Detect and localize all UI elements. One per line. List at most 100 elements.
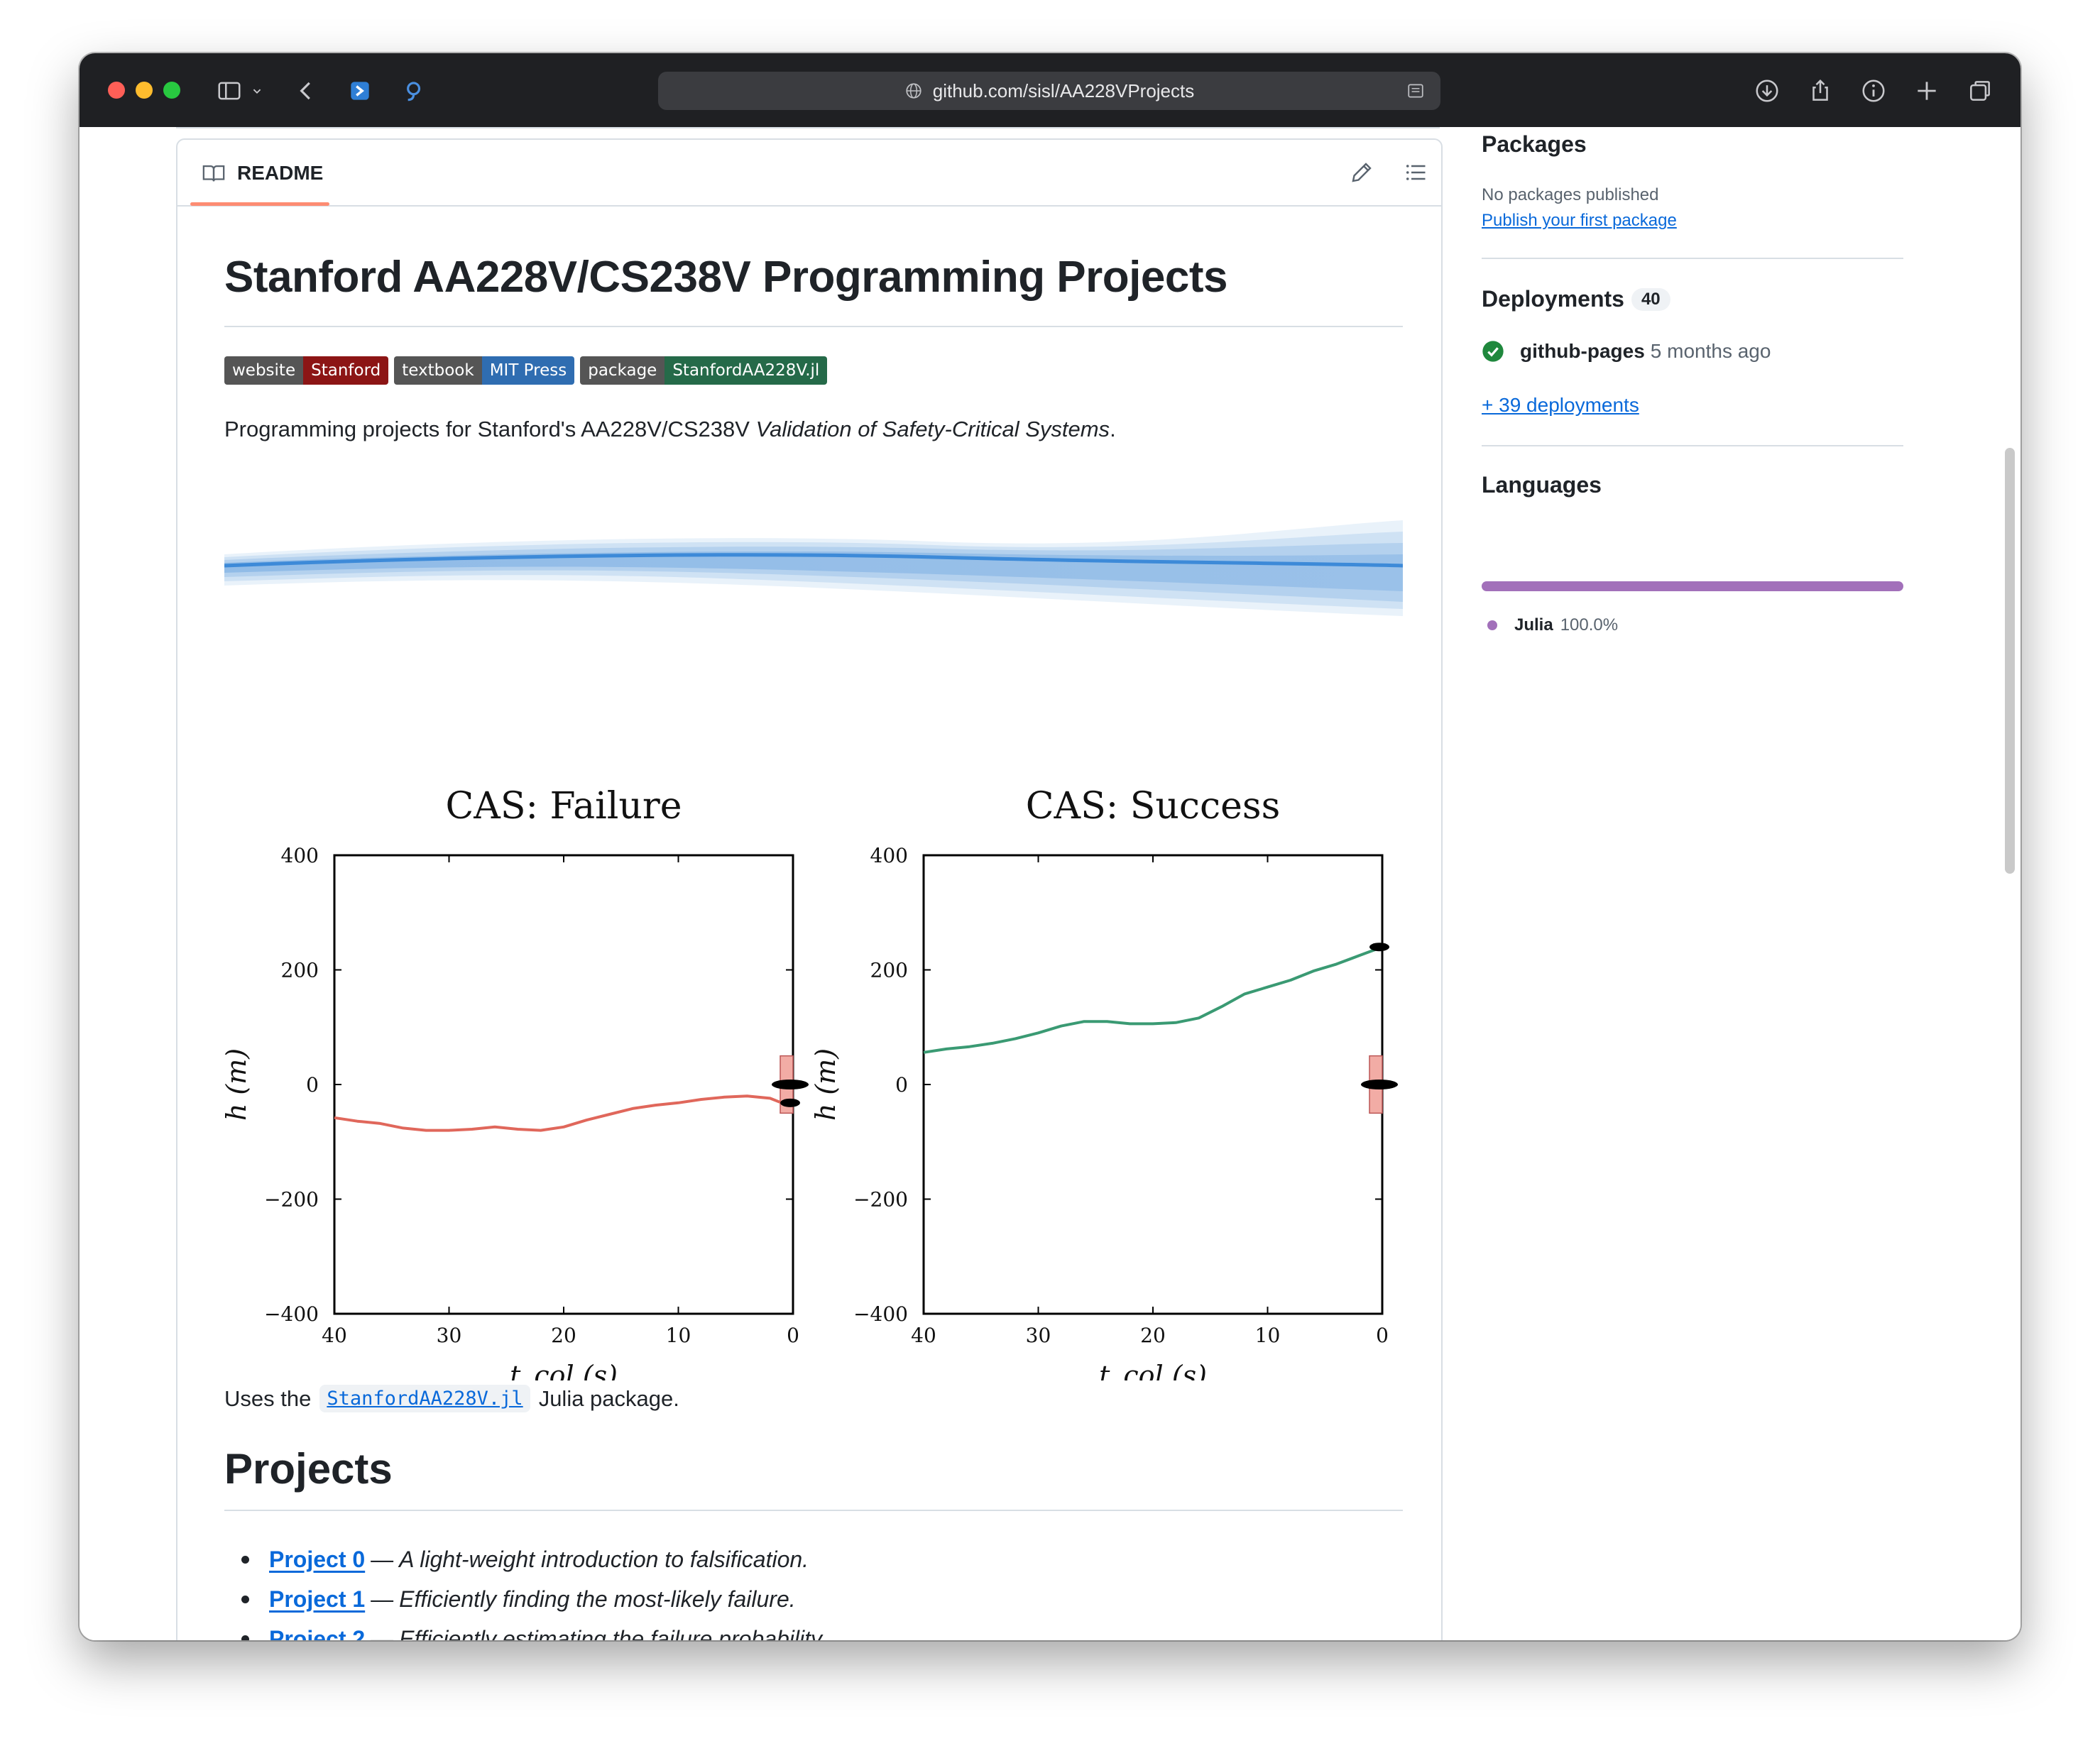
language-name: Julia — [1514, 615, 1553, 635]
share-icon[interactable] — [1807, 77, 1834, 104]
languages-heading: Languages — [1482, 472, 1602, 498]
scrollbar[interactable] — [2005, 448, 2015, 874]
x-tick-label: 20 — [551, 1324, 576, 1347]
badge-value: Stanford — [303, 356, 389, 385]
badge-label: package — [580, 356, 665, 385]
bullet — [241, 1595, 249, 1603]
package-code-link[interactable]: StanfordAA228V.jl — [319, 1385, 530, 1412]
title-divider — [224, 326, 1403, 327]
back-arrow-icon[interactable] — [292, 77, 319, 104]
y-tick-label: 0 — [306, 1073, 319, 1097]
readme-header: README — [177, 140, 1441, 207]
readme-tab-label: README — [237, 162, 324, 184]
download-icon[interactable] — [1754, 77, 1781, 104]
page-content: README Stanford AA228V/CS238V Programmin… — [80, 127, 2020, 1640]
minimize-window-button[interactable] — [136, 82, 153, 99]
plot-frame — [922, 854, 1384, 1315]
language-color-dot — [1487, 620, 1497, 630]
list-item: Project 1— Efficiently finding the most-l… — [224, 1579, 827, 1619]
x-tick-label: 20 — [1140, 1324, 1166, 1347]
deployment-item[interactable]: github-pages 5 months ago — [1482, 340, 1771, 363]
em-dash: — — [371, 1586, 394, 1612]
chevron-down-icon[interactable] — [248, 77, 266, 104]
series-line — [334, 1094, 782, 1132]
aircraft-own-icon — [780, 1098, 800, 1107]
divider — [1482, 258, 1903, 259]
sidebar-toggle-icon[interactable] — [216, 77, 243, 104]
intro-paragraph: Programming projects for Stanford's AA22… — [224, 417, 1116, 442]
no-packages-text: No packages published — [1482, 185, 1659, 204]
badge[interactable]: textbook MIT Press — [394, 356, 575, 385]
y-tick-label: 0 — [895, 1073, 908, 1097]
more-deployments-link[interactable]: + 39 deployments — [1482, 394, 1639, 417]
globe-icon — [906, 83, 922, 99]
intro-end: . — [1110, 417, 1116, 441]
intro-text: Programming projects for Stanford's AA22… — [224, 417, 756, 441]
tab-overview-icon[interactable] — [1967, 77, 1994, 104]
y-axis-label: h (m) — [810, 1048, 841, 1121]
intro-italic: Validation of Safety-Critical Systems — [755, 417, 1110, 441]
uses-suffix: Julia package. — [538, 1385, 679, 1411]
x-tick-label: 10 — [1255, 1324, 1281, 1347]
x-tick-label: 10 — [666, 1324, 691, 1347]
deployment-name[interactable]: github-pages — [1520, 340, 1645, 363]
project-link[interactable]: Project 0 — [269, 1547, 365, 1573]
projects-list: Project 0— A light-weight introduction to… — [224, 1539, 827, 1640]
divider — [1482, 445, 1903, 446]
browser-toolbar: github.com/sisl/AA228VProjects — [80, 53, 2020, 127]
y-tick-label: −200 — [264, 1188, 319, 1212]
chart-title: CAS: Success — [1026, 785, 1281, 828]
trajectory-banner-image — [224, 520, 1403, 616]
language-percent: 100.0% — [1560, 615, 1619, 635]
x-tick-label: 40 — [911, 1324, 936, 1347]
badge-value: StanfordAA228V.jl — [665, 356, 828, 385]
badge[interactable]: package StanfordAA228V.jl — [580, 356, 828, 385]
project-description: Efficiently finding the most-likely fail… — [399, 1586, 796, 1612]
projects-divider — [224, 1510, 1403, 1511]
aircraft-intruder-icon — [772, 1080, 809, 1089]
check-circle-icon — [1482, 341, 1504, 362]
publish-package-link[interactable]: Publish your first package — [1482, 211, 1677, 231]
x-axis-label: t_col (s) — [510, 1360, 618, 1380]
edit-pencil-icon[interactable] — [1349, 160, 1374, 185]
translate-extension-icon[interactable] — [399, 77, 426, 104]
new-tab-plus-icon[interactable] — [1913, 77, 1940, 104]
uses-paragraph: Uses the StanfordAA228V.jl Julia package… — [224, 1385, 679, 1412]
em-dash: — — [371, 1625, 394, 1641]
outline-list-icon[interactable] — [1403, 160, 1428, 185]
badge-row: website Stanford textbook MIT Press package S… — [224, 356, 828, 385]
series-line — [923, 945, 1383, 1054]
close-window-button[interactable] — [108, 82, 125, 99]
url-text: github.com/sisl/AA228VProjects — [932, 79, 1195, 101]
project-description: Efficiently estimating the failure proba… — [399, 1625, 827, 1641]
x-tick-label: 40 — [322, 1324, 347, 1347]
chart-title: CAS: Failure — [446, 785, 682, 828]
address-bar[interactable]: github.com/sisl/AA228VProjects — [658, 72, 1440, 110]
badge[interactable]: website Stanford — [224, 356, 389, 385]
projects-heading: Projects — [224, 1445, 393, 1493]
x-tick-label: 30 — [437, 1324, 462, 1347]
packages-heading: Packages — [1482, 131, 1587, 157]
project-link[interactable]: Project 1 — [269, 1586, 365, 1613]
readme-tab[interactable]: README — [202, 161, 323, 185]
y-tick-label: −200 — [853, 1188, 908, 1212]
info-icon[interactable] — [1860, 77, 1887, 104]
uses-prefix: Uses the — [224, 1385, 312, 1411]
plot-frame — [333, 854, 794, 1315]
cas-charts-figure: CAS: Failure40 30 20 10 04002000−200−400t_co… — [224, 785, 1398, 1380]
zoom-window-button[interactable] — [163, 82, 180, 99]
deployments-heading: Deployments 40 — [1482, 286, 1670, 312]
em-dash: — — [371, 1546, 394, 1572]
reader-mode-icon[interactable] — [1406, 82, 1425, 100]
language-item[interactable]: Julia 100.0% — [1487, 615, 1618, 635]
aircraft-own-icon — [1369, 943, 1389, 952]
project-link[interactable]: Project 2 — [269, 1626, 365, 1641]
badge-label: website — [224, 356, 304, 385]
y-tick-label: 200 — [281, 959, 319, 982]
y-axis-label: h (m) — [224, 1048, 252, 1121]
badge-value: MIT Press — [481, 356, 575, 385]
deployment-time: 5 months ago — [1650, 340, 1771, 362]
y-tick-label: 400 — [870, 844, 908, 867]
x-axis-label: t_col (s) — [1099, 1360, 1207, 1380]
extension-icon[interactable] — [346, 77, 373, 104]
